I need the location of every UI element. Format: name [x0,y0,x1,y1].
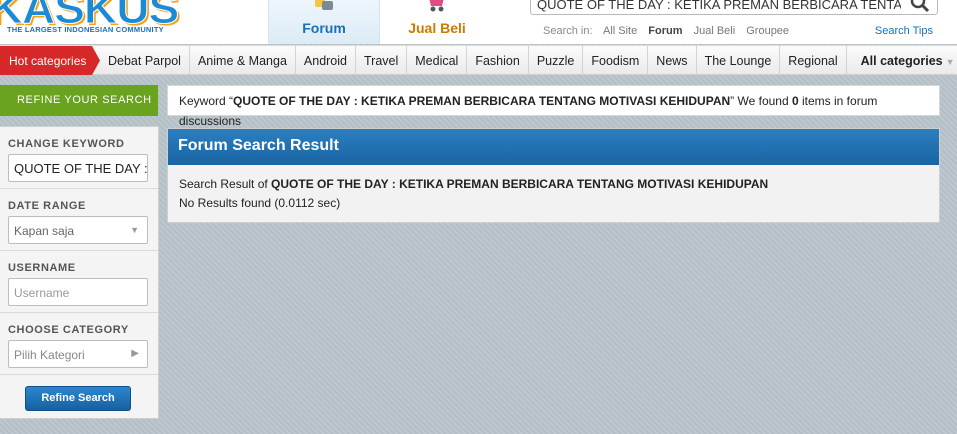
chevron-down-icon: ▼ [945,57,955,67]
header-search-input[interactable] [531,0,901,14]
scope-forum[interactable]: Forum [648,25,682,37]
category-regional[interactable]: Regional [780,46,847,75]
result-prefix: Search Result of [179,177,272,191]
search-tips-link[interactable]: Search Tips [875,25,933,37]
scope-all-site[interactable]: All Site [603,25,637,37]
date-range-label: DATE RANGE [8,200,86,212]
all-categories-dropdown[interactable]: All categories ▼ [847,46,957,75]
result-count: 0 [791,94,799,108]
keyword-input[interactable]: QUOTE OF THE DAY : KETIKA PREMAN BERBICA… [8,154,148,182]
search-scope-bar: Search in: All Site Forum Jual Beli Grou… [543,25,797,37]
search-icon[interactable] [909,0,931,14]
category-travel[interactable]: Travel [356,46,408,75]
username-group: USERNAME Username [0,251,158,313]
category-bar: Hot categories Debat Parpol Anime & Mang… [0,45,957,75]
scope-jual-beli[interactable]: Jual Beli [694,25,736,37]
hot-categories-label[interactable]: Hot categories [0,46,100,75]
category-foodism[interactable]: Foodism [583,46,649,75]
category-medical[interactable]: Medical [407,46,468,75]
forum-search-result-panel: Forum Search Result Search Result of QUO… [167,128,940,223]
all-categories-label: All categories [860,54,943,68]
keyword-query: QUOTE OF THE DAY : KETIKA PREMAN BERBICA… [233,94,731,108]
category-anime-manga[interactable]: Anime & Manga [190,46,296,75]
category-label: CHOOSE CATEGORY [8,324,129,336]
scope-groupee[interactable]: Groupee [746,25,789,37]
panel-title: Forum Search Result [168,129,939,165]
result-query: QUOTE OF THE DAY : KETIKA PREMAN BERBICA… [271,177,769,191]
username-label: USERNAME [8,262,76,274]
category-select[interactable]: Pilih Kategori ▶ [8,340,148,368]
keyword-summary: Keyword “QUOTE OF THE DAY : KETIKA PREMA… [167,85,940,128]
keyword-group: CHANGE KEYWORD QUOTE OF THE DAY : KETIKA… [0,127,158,189]
chevron-down-icon: ▼ [130,225,139,235]
header-search-box [530,0,938,15]
refine-sidebar: CHANGE KEYWORD QUOTE OF THE DAY : KETIKA… [0,126,159,419]
date-range-select[interactable]: Kapan saja ▼ [8,216,148,244]
tab-forum[interactable]: Forum [268,0,380,44]
keyword-mid: ” We found [730,94,792,108]
category-news[interactable]: News [648,46,697,75]
keyword-suffix: items in forum [798,94,878,108]
category-group: CHOOSE CATEGORY Pilih Kategori ▶ [0,313,158,375]
date-range-value: Kapan saja [14,224,75,238]
tab-jual-beli[interactable]: Jual Beli [381,0,493,44]
tab-forum-label: Forum [302,20,346,36]
category-list: Debat Parpol Anime & Manga Android Trave… [100,46,957,75]
category-the-lounge[interactable]: The Lounge [697,46,781,75]
site-header: KASKUS THE LARGEST INDONESIAN COMMUNITY … [0,0,957,44]
cart-icon [429,0,444,12]
category-android[interactable]: Android [296,46,356,75]
date-range-group: DATE RANGE Kapan saja ▼ [0,189,158,251]
category-debat-parpol[interactable]: Debat Parpol [100,46,190,75]
refine-search-button[interactable]: Refine Search [25,386,131,411]
username-input[interactable]: Username [8,278,148,306]
category-fashion[interactable]: Fashion [467,46,529,75]
category-puzzle[interactable]: Puzzle [529,46,584,75]
tab-jual-beli-label: Jual Beli [408,20,466,36]
keyword-label: CHANGE KEYWORD [8,138,125,150]
forum-icon [315,0,333,10]
refine-search-header: REFINE YOUR SEARCH [0,85,158,116]
kaskus-logo[interactable]: KASKUS THE LARGEST INDONESIAN COMMUNITY [0,0,180,34]
chevron-right-icon: ▶ [131,348,139,359]
search-in-label: Search in: [543,25,593,37]
no-results-text: No Results found (0.0112 sec) [179,196,341,210]
logo-tagline: THE LARGEST INDONESIAN COMMUNITY [7,25,164,34]
result-summary: Search Result of QUOTE OF THE DAY : KETI… [179,177,768,191]
category-value: Pilih Kategori [14,348,85,362]
keyword-prefix: Keyword “ [179,94,234,108]
